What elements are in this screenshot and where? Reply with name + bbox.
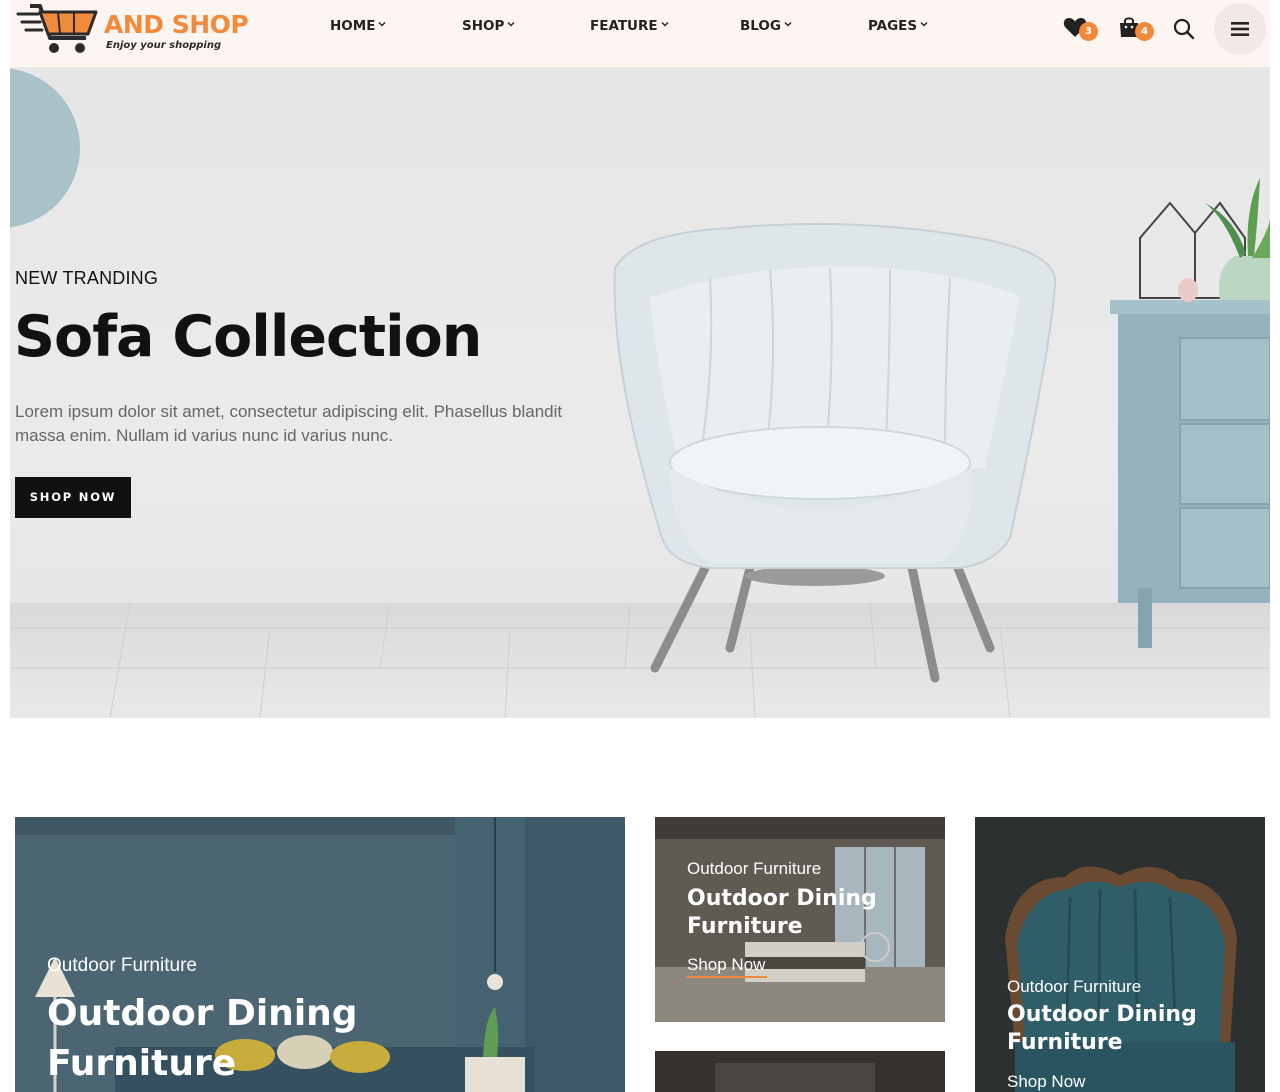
promo-banner-small[interactable]	[655, 1051, 945, 1092]
banner-title: Outdoor Dining Furniture	[1007, 1001, 1197, 1057]
hero-slider: NEW TRANDING Sofa Collection Lorem ipsum…	[10, 68, 1270, 718]
cart-button[interactable]: 4	[1118, 16, 1158, 44]
banner-title-line: Furniture	[687, 914, 803, 939]
banner-title-line: Outdoor Dining	[47, 993, 358, 1034]
hero-eyebrow: NEW TRANDING	[15, 268, 159, 288]
chevron-down-icon	[661, 22, 669, 27]
banner-interior-image	[655, 1051, 945, 1092]
nav-item-pages[interactable]: PAGES	[868, 18, 928, 34]
cart-count-badge: 4	[1135, 22, 1154, 41]
hero-description: Lorem ipsum dolor sit amet, consectetur …	[15, 402, 563, 445]
promo-banner-armchair[interactable]: Outdoor Furniture Outdoor Dining Furnitu…	[975, 817, 1265, 1092]
wishlist-count-badge: 3	[1079, 22, 1098, 41]
shop-now-link[interactable]: Shop Now	[687, 955, 765, 975]
wishlist-button[interactable]: 3	[1063, 16, 1103, 44]
hero-title: Sofa Collection	[14, 304, 482, 370]
chevron-down-icon	[378, 22, 386, 27]
site-header: AND SHOP Enjoy your shopping HOME SHOP F…	[10, 0, 1270, 68]
chevron-down-icon	[507, 22, 515, 27]
hero-armchair-image	[10, 68, 1270, 718]
link-underline	[687, 976, 767, 978]
chevron-down-icon	[920, 22, 928, 27]
banner-title-line: Furniture	[1007, 1030, 1123, 1055]
banner-title-line: Outdoor Dining	[687, 886, 877, 911]
shop-now-link[interactable]: Shop Now	[1007, 1072, 1085, 1092]
banner-title: Outdoor Dining Furniture	[687, 885, 877, 941]
nav-item-blog[interactable]: BLOG	[740, 18, 792, 34]
nav-item-shop[interactable]: SHOP	[462, 18, 515, 34]
banner-title-line: Furniture	[47, 1043, 237, 1084]
nav-item-home[interactable]: HOME	[330, 18, 386, 34]
brand-name: AND SHOP	[104, 10, 249, 39]
nav-item-feature[interactable]: FEATURE	[590, 18, 669, 34]
banner-subtitle: Outdoor Furniture	[687, 859, 822, 878]
nav-item-label: FEATURE	[590, 18, 658, 34]
nav-item-label: SHOP	[462, 18, 505, 34]
menu-button[interactable]	[1214, 3, 1266, 55]
banner-title: Outdoor Dining Furniture	[47, 989, 358, 1089]
banner-title-line: Outdoor Dining	[1007, 1002, 1197, 1027]
banner-subtitle: Outdoor Furniture	[47, 955, 197, 976]
nav-item-label: PAGES	[868, 18, 918, 34]
banner-subtitle: Outdoor Furniture	[1007, 977, 1142, 996]
brand-logo[interactable]: AND SHOP Enjoy your shopping	[16, 2, 256, 60]
nav-item-label: HOME	[330, 18, 376, 34]
nav-item-label: BLOG	[740, 18, 781, 34]
search-button[interactable]	[1173, 18, 1197, 42]
shop-now-button[interactable]: SHOP NOW	[15, 477, 131, 518]
search-icon	[1173, 18, 1195, 40]
promo-banner-large[interactable]: Outdoor Furniture Outdoor Dining Furnitu…	[15, 817, 625, 1092]
chevron-down-icon	[784, 22, 792, 27]
hamburger-menu-icon	[1231, 22, 1249, 36]
brand-tagline: Enjoy your shopping	[106, 40, 222, 51]
shopping-cart-icon	[16, 4, 98, 53]
promo-banner-bedroom[interactable]: Outdoor Furniture Outdoor Dining Furnitu…	[655, 817, 945, 1022]
